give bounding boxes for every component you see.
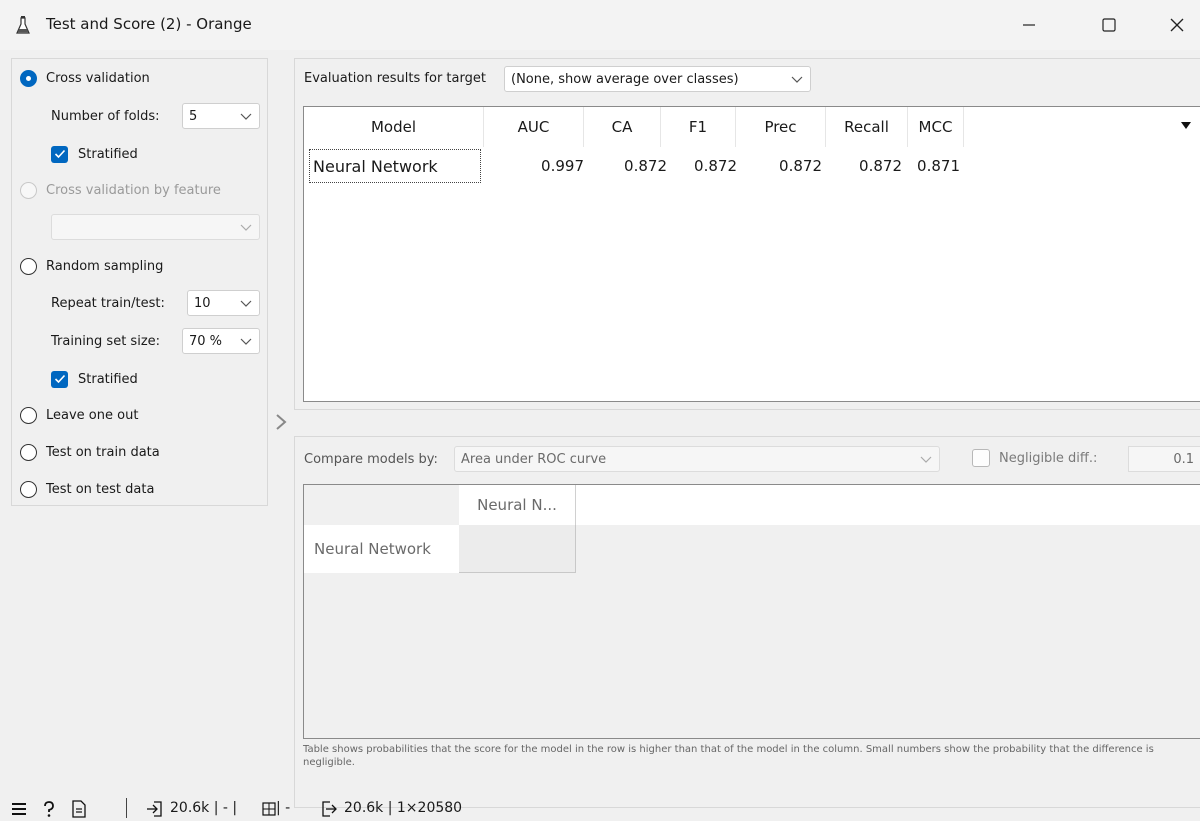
rs-stratified-checkbox[interactable]: Stratified (51, 368, 138, 390)
menu-icon[interactable] (10, 800, 28, 818)
folds-label: Number of folds: (51, 108, 160, 124)
radio-label: Leave one out (46, 407, 139, 423)
cv-stratified-checkbox[interactable]: Stratified (51, 143, 138, 165)
radio-label: Cross validation (46, 70, 150, 86)
negligible-checkbox[interactable] (972, 449, 990, 467)
folds-value: 5 (189, 108, 198, 124)
radio-indicator (20, 181, 37, 199)
compare-value: Area under ROC curve (461, 451, 607, 467)
radio-cross-validation[interactable]: Cross validation (20, 67, 150, 89)
window-title: Test and Score (2) - Orange (46, 15, 252, 33)
close-icon (1170, 18, 1184, 32)
folds-combo[interactable]: 5 (182, 103, 260, 129)
column-header-model[interactable]: Model (304, 107, 484, 147)
column-header-recall[interactable]: Recall (826, 107, 908, 147)
checkmark-icon[interactable] (51, 145, 68, 163)
chevron-down-icon (240, 338, 252, 345)
radio-cv-by-feature: Cross validation by feature (20, 179, 221, 201)
maximize-icon (1102, 18, 1116, 32)
compare-table: Neural N... Neural Network (303, 484, 1200, 739)
feature-combo (51, 214, 260, 240)
compare-label: Compare models by: (304, 452, 438, 467)
negligible-input[interactable]: 0.1 (1128, 446, 1200, 472)
repeat-combo[interactable]: 10 (187, 290, 260, 316)
table-icon (262, 802, 276, 816)
radio-indicator[interactable] (20, 406, 37, 424)
table-row-model[interactable]: Neural Network (309, 149, 481, 183)
chevron-down-icon (920, 456, 932, 463)
output-summary: 20.6k | 1×20580 (344, 800, 463, 816)
cell-prec: 0.872 (779, 157, 822, 175)
compare-cell (459, 525, 576, 573)
status-bar: 20.6k | - | | - 20.6k | 1×20580 (0, 794, 1200, 821)
column-header-prec[interactable]: Prec (736, 107, 826, 147)
target-label: Evaluation results for target (304, 71, 486, 86)
help-icon[interactable] (40, 800, 58, 818)
column-menu-icon[interactable] (1180, 121, 1192, 131)
target-value: (None, show average over classes) (511, 71, 739, 87)
radio-label: Test on test data (46, 481, 155, 497)
column-header-auc[interactable]: AUC (484, 107, 584, 147)
cell-auc: 0.997 (541, 157, 584, 175)
output-icon (322, 801, 337, 817)
column-header-ca[interactable]: CA (584, 107, 661, 147)
radio-test-on-train[interactable]: Test on train data (20, 441, 160, 463)
chevron-down-icon (240, 300, 252, 307)
train-size-value: 70 % (189, 333, 223, 349)
input-summary: 20.6k | - | (170, 800, 238, 816)
radio-indicator[interactable] (20, 480, 37, 498)
target-combo[interactable]: (None, show average over classes) (504, 66, 811, 92)
radio-indicator[interactable] (20, 257, 37, 275)
radio-indicator[interactable] (20, 443, 37, 461)
repeat-value: 10 (194, 295, 211, 311)
minimize-button[interactable] (1006, 7, 1052, 43)
compare-column-header: Neural N... (459, 485, 576, 525)
status-separator (126, 798, 127, 818)
repeat-label: Repeat train/test: (51, 295, 165, 311)
radio-label: Test on train data (46, 444, 160, 460)
column-header-mcc[interactable]: MCC (908, 107, 964, 147)
cell-mcc: 0.871 (917, 157, 960, 175)
results-table[interactable]: Model AUC CA F1 Prec Recall MCC Neural N… (303, 106, 1200, 402)
chevron-down-icon (791, 76, 803, 83)
train-size-combo[interactable]: 70 % (182, 328, 260, 354)
maximize-button[interactable] (1086, 7, 1132, 43)
input-icon (147, 801, 162, 817)
title-bar: Test and Score (2) - Orange (0, 0, 1200, 50)
report-icon[interactable] (70, 800, 88, 818)
radio-random-sampling[interactable]: Random sampling (20, 255, 163, 277)
orange-flask-icon (16, 16, 30, 34)
chevron-down-icon (240, 224, 252, 231)
train-size-label: Training set size: (51, 333, 161, 349)
radio-test-on-test[interactable]: Test on test data (20, 478, 154, 500)
cell-ca: 0.872 (624, 157, 667, 175)
negligible-label: Negligible diff.: (999, 451, 1098, 466)
column-header-f1[interactable]: F1 (661, 107, 736, 147)
radio-indicator[interactable] (20, 69, 37, 87)
compare-footnote: Table shows probabilities that the score… (303, 744, 1154, 768)
cell-f1: 0.872 (694, 157, 737, 175)
sampling-panel: Cross validation Number of folds: 5 Stra… (11, 58, 268, 506)
radio-leave-one-out[interactable]: Leave one out (20, 404, 138, 426)
compare-combo: Area under ROC curve (454, 446, 940, 472)
radio-label: Cross validation by feature (46, 182, 221, 198)
rs-stratified-label: Stratified (78, 371, 138, 387)
checkmark-icon[interactable] (51, 370, 68, 388)
chevron-down-icon (240, 113, 252, 120)
input-summary-tail: | - (276, 800, 291, 816)
cv-stratified-label: Stratified (78, 146, 138, 162)
compare-row-header: Neural Network (304, 525, 459, 573)
radio-label: Random sampling (46, 258, 164, 274)
close-button[interactable] (1154, 7, 1200, 43)
collapse-panel-icon[interactable] (274, 412, 288, 432)
cell-recall: 0.872 (859, 157, 902, 175)
minimize-icon (1023, 24, 1035, 26)
